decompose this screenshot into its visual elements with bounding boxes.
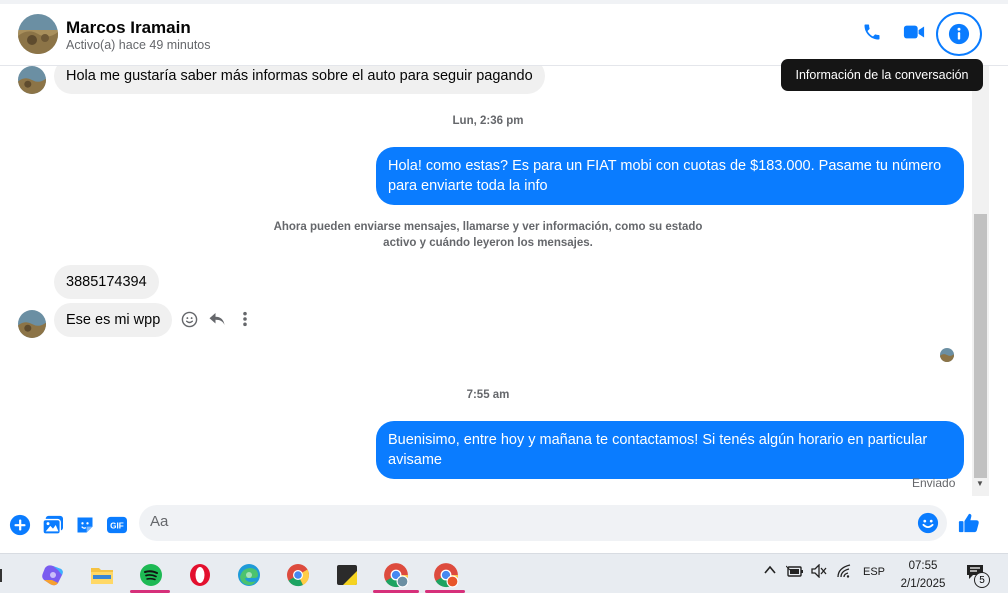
message-incoming[interactable]: 3885174394 bbox=[54, 265, 159, 299]
notification-count-badge: 5 bbox=[974, 572, 990, 588]
timestamp: Lun, 2:36 pm bbox=[452, 115, 524, 127]
show-hidden-icons-chevron-icon[interactable] bbox=[763, 563, 777, 580]
react-smiley-icon[interactable] bbox=[180, 310, 198, 328]
privacy-notice: Ahora pueden enviarse mensajes, llamarse… bbox=[273, 221, 703, 249]
contact-name[interactable]: Marcos Iramain bbox=[66, 18, 191, 38]
battery-icon[interactable] bbox=[785, 564, 804, 581]
gif-icon: GIF bbox=[107, 516, 127, 534]
delivery-status: Enviado bbox=[912, 476, 956, 490]
wifi-icon[interactable] bbox=[837, 564, 853, 581]
edge-icon[interactable] bbox=[234, 560, 264, 590]
message-incoming[interactable]: Ese es mi wpp bbox=[54, 303, 173, 337]
more-options-icon[interactable] bbox=[236, 310, 254, 328]
read-receipt-avatar bbox=[940, 348, 954, 362]
emoji-icon bbox=[917, 512, 939, 534]
opera-icon[interactable] bbox=[185, 560, 215, 590]
sticky-notes-icon[interactable] bbox=[332, 560, 362, 590]
scroll-thumb[interactable] bbox=[974, 214, 987, 478]
message-composer: GIF bbox=[0, 500, 1008, 553]
spotify-icon[interactable] bbox=[136, 560, 166, 590]
timestamp: 7:55 am bbox=[466, 389, 510, 401]
clock-date: 2/1/2025 bbox=[900, 578, 946, 590]
conversation-info-button[interactable] bbox=[936, 12, 982, 56]
contact-avatar-small[interactable] bbox=[18, 310, 46, 338]
messenger-window: Marcos Iramain Activo(a) hace 49 minutos… bbox=[0, 0, 1008, 553]
scroll-down-arrow[interactable]: ▼ bbox=[976, 479, 985, 488]
info-icon bbox=[948, 23, 970, 45]
message-input-box[interactable] bbox=[139, 505, 947, 541]
copilot-icon[interactable] bbox=[38, 560, 68, 590]
task-view-icon[interactable] bbox=[0, 560, 10, 590]
scrollbar[interactable]: ▲ ▼ bbox=[972, 66, 989, 496]
chrome-profile-icon[interactable] bbox=[381, 560, 411, 590]
clock-time: 07:55 bbox=[908, 560, 938, 572]
attach-media-button[interactable] bbox=[41, 513, 65, 537]
emoji-button[interactable] bbox=[917, 512, 939, 534]
svg-text:GIF: GIF bbox=[110, 522, 124, 531]
info-tooltip: Información de la conversación bbox=[781, 59, 983, 91]
chrome-icon[interactable] bbox=[283, 560, 313, 590]
top-divider bbox=[0, 0, 1008, 4]
message-incoming[interactable]: Hola me gustaría saber más informas sobr… bbox=[54, 66, 545, 94]
phone-icon bbox=[864, 24, 880, 40]
contact-avatar[interactable] bbox=[18, 14, 58, 54]
contact-status: Activo(a) hace 49 minutos bbox=[66, 38, 211, 52]
image-icon bbox=[42, 515, 63, 535]
message-input[interactable] bbox=[150, 513, 910, 530]
reply-icon[interactable] bbox=[208, 310, 226, 328]
sticker-icon bbox=[77, 517, 93, 533]
conversation-header: Marcos Iramain Activo(a) hace 49 minutos bbox=[0, 0, 1008, 66]
thumbs-up-icon bbox=[958, 513, 979, 533]
more-actions-button[interactable] bbox=[8, 513, 32, 537]
audio-call-button[interactable] bbox=[858, 18, 886, 46]
windows-taskbar: ESP 07:55 2/1/2025 5 bbox=[0, 553, 1008, 593]
message-outgoing[interactable]: Hola! como estas? Es para un FIAT mobi c… bbox=[376, 147, 964, 205]
plus-circle-icon bbox=[9, 514, 31, 536]
gif-button[interactable]: GIF bbox=[104, 513, 130, 537]
chrome-profile-icon[interactable] bbox=[431, 560, 461, 590]
video-call-button[interactable] bbox=[900, 18, 928, 46]
send-like-button[interactable] bbox=[957, 511, 981, 535]
video-camera-icon bbox=[903, 25, 925, 39]
message-list: Hola me gustaría saber más informas sobr… bbox=[0, 66, 972, 498]
message-outgoing[interactable]: Buenisimo, entre hoy y mañana te contact… bbox=[376, 421, 964, 479]
message-actions bbox=[180, 310, 254, 328]
contact-avatar-small[interactable] bbox=[18, 66, 46, 94]
speaker-muted-icon[interactable] bbox=[811, 563, 827, 581]
sticker-button[interactable] bbox=[73, 513, 97, 537]
clock[interactable]: 07:55 2/1/2025 bbox=[893, 557, 953, 593]
language-indicator[interactable]: ESP bbox=[863, 566, 885, 578]
file-explorer-icon[interactable] bbox=[87, 560, 117, 590]
